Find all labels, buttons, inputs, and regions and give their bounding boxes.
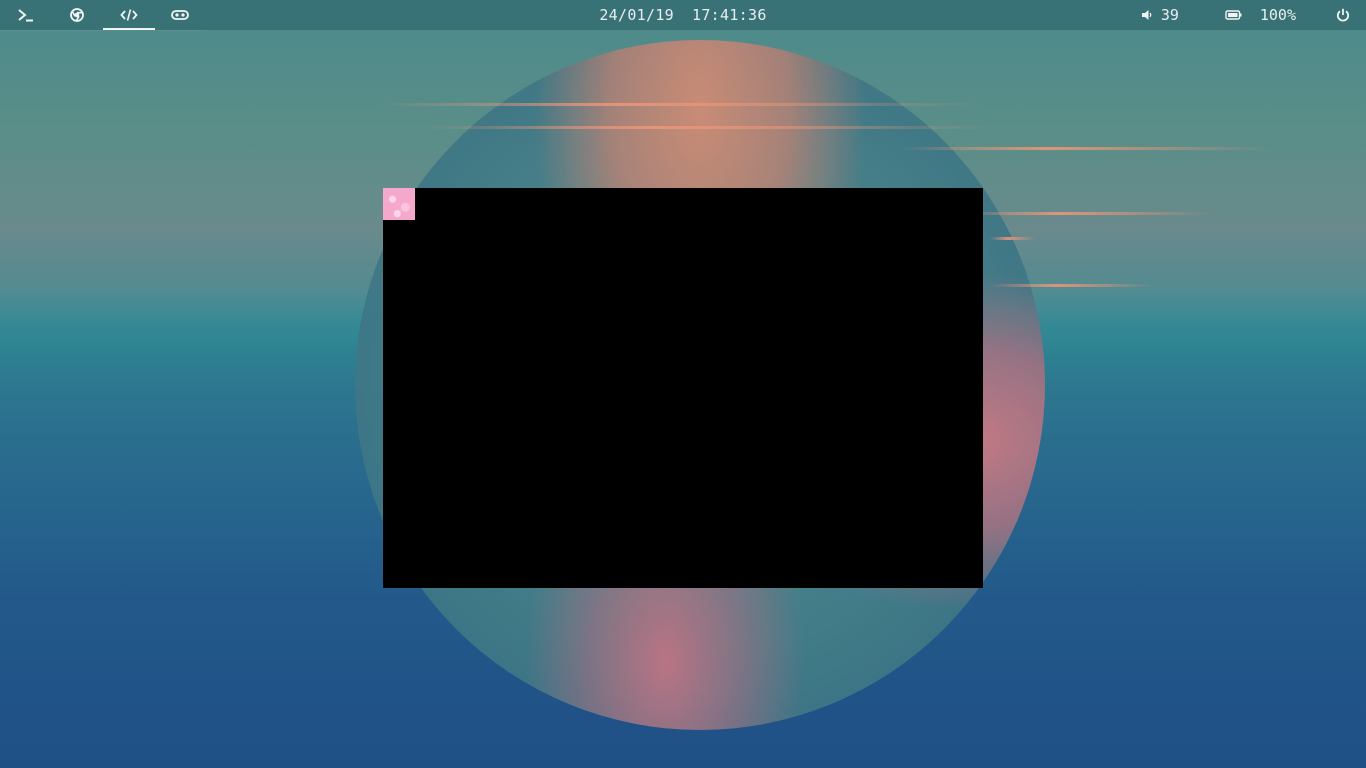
top-bar: 24/01/19 17:41:36 39 100% [0,0,1366,31]
workspace-terminal[interactable] [0,0,52,30]
volume-control[interactable]: 39 [1141,0,1179,30]
volume-value: 39 [1160,6,1179,24]
power-button[interactable] [1336,0,1350,30]
date-text: 24/01/19 [599,6,674,24]
wallpaper-glitch-band [420,126,1000,129]
battery-icon [1225,10,1242,20]
terminal-icon [18,8,33,21]
chrome-icon [70,7,85,22]
wallpaper-glitch-band [900,147,1270,150]
app-window[interactable] [383,188,983,588]
speaker-icon [1141,10,1152,20]
window-app-icon [383,188,415,220]
workspace-games[interactable] [155,0,207,30]
battery-status: 100% [1225,0,1296,30]
workspace-list [0,0,206,31]
wallpaper-glitch-band [960,212,1210,215]
workspace-browser[interactable] [52,0,104,30]
workspace-code[interactable] [103,0,155,30]
time-text: 17:41:36 [692,6,767,24]
system-tray: 39 100% [1141,0,1366,30]
wallpaper-glitch-band [990,237,1035,240]
code-icon [120,8,138,21]
battery-value: 100% [1259,6,1296,24]
wallpaper-glitch-band [380,103,980,106]
power-icon [1336,8,1350,22]
wallpaper-glitch-band [990,284,1155,287]
gamepad-icon [171,9,190,20]
